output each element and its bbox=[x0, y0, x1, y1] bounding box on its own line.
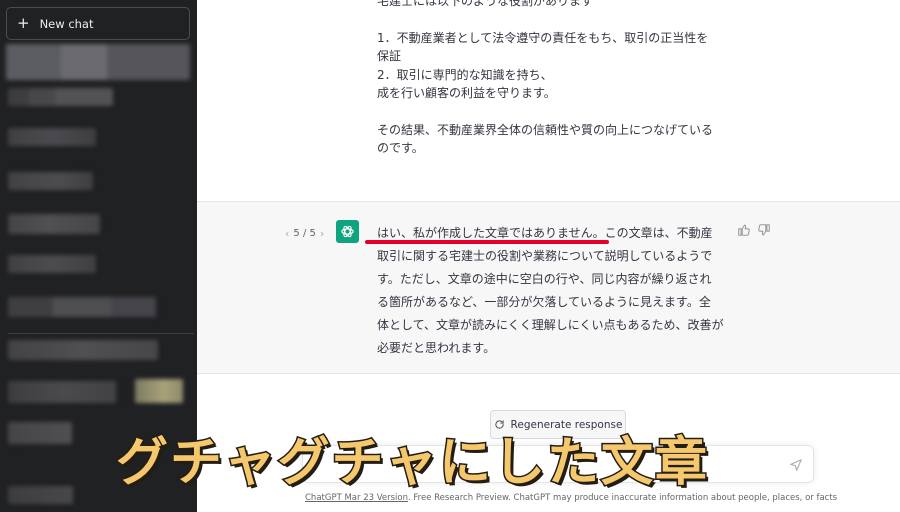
assistant-message: ‹ 5 / 5 › はい、私が作成した文章ではありません。この文章は、不動産 取… bbox=[197, 201, 900, 374]
message-line: 成を行い顧客の利益を守ります。 bbox=[377, 86, 556, 100]
openai-logo-icon bbox=[336, 220, 359, 243]
message-line: 宅建士には以下のような役割があります bbox=[377, 0, 594, 8]
message-line: 1．不動産業者として法令遵守の責任をもち、取引の正当性を bbox=[377, 31, 709, 45]
chat-history-item[interactable] bbox=[8, 88, 113, 106]
new-chat-button[interactable]: + New chat bbox=[6, 7, 190, 40]
message-line: 2．取引に専門的な知識を持ち、 bbox=[377, 68, 553, 82]
message-line: のです。 bbox=[377, 141, 424, 155]
reply-line: す。ただし、文章の途中に空白の行や、同じ内容が繰り返され bbox=[377, 272, 712, 286]
overlay-caption: グチャグチャにした文章 bbox=[115, 432, 709, 495]
pager-count: 5 / 5 bbox=[293, 228, 316, 239]
chevron-left-icon[interactable]: ‹ bbox=[285, 227, 289, 240]
chevron-right-icon[interactable]: › bbox=[320, 227, 324, 240]
message-line: 保証 bbox=[377, 49, 402, 63]
chat-history-item[interactable] bbox=[8, 381, 116, 403]
chat-history-thumbnail bbox=[135, 379, 183, 403]
new-chat-label: New chat bbox=[39, 16, 94, 31]
chat-history-item[interactable] bbox=[8, 255, 96, 273]
chat-history-item[interactable] bbox=[8, 172, 93, 190]
chat-history-item[interactable] bbox=[6, 44, 190, 80]
plus-icon: + bbox=[17, 14, 30, 32]
send-icon[interactable] bbox=[789, 458, 803, 472]
reply-line: 体として、文章が読みにくく理解しにくい点もあるため、改善が bbox=[377, 318, 724, 332]
response-pager: ‹ 5 / 5 › bbox=[285, 227, 324, 240]
reply-line: 必要だと思われます。 bbox=[377, 341, 496, 355]
chat-history-item[interactable] bbox=[8, 422, 72, 444]
chat-history-item[interactable] bbox=[8, 128, 96, 146]
chat-history-item[interactable] bbox=[8, 486, 73, 504]
red-underline-annotation bbox=[365, 240, 609, 244]
chat-history-item[interactable] bbox=[8, 214, 100, 234]
chat-history-item[interactable] bbox=[8, 340, 158, 360]
chat-history-item[interactable] bbox=[8, 297, 156, 317]
sidebar-divider bbox=[8, 333, 194, 334]
reply-line: 取引に関する宅建士の役割や業務について説明しているようで bbox=[377, 249, 713, 263]
thumbs-up-icon[interactable] bbox=[737, 223, 751, 237]
message-line: その結果、不動産業界全体の信頼性や質の向上につなげている bbox=[377, 123, 714, 137]
reply-line: はい、私が作成した文章ではありません。この文章は、不動産 bbox=[377, 226, 713, 240]
reply-line: る箇所があるなど、一部分が欠落しているように見えます。全 bbox=[377, 295, 711, 309]
thumbs-down-icon[interactable] bbox=[757, 223, 771, 237]
